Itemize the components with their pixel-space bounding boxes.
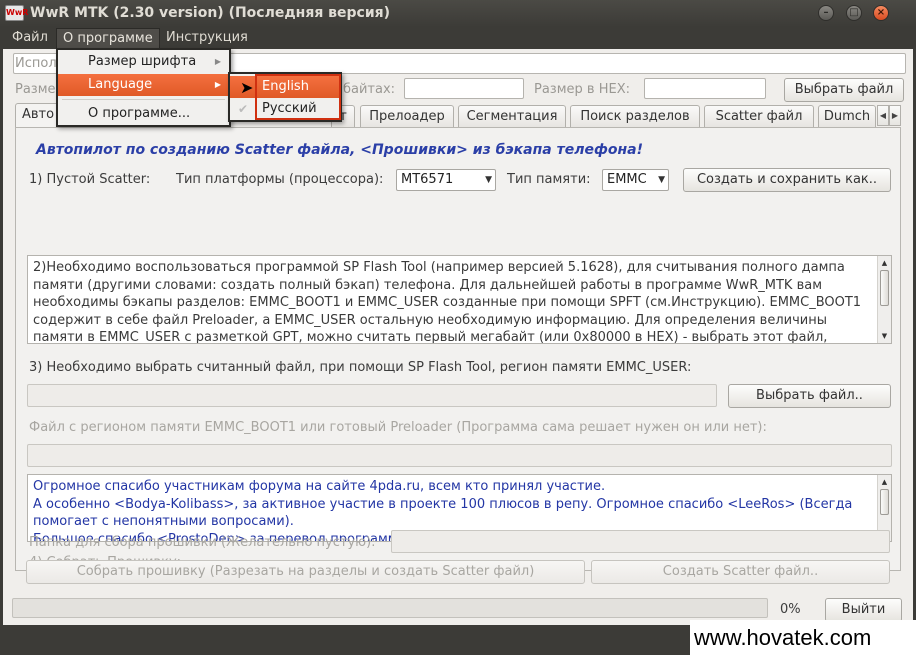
tab-partition-search[interactable]: Поиск разделов: [570, 105, 700, 127]
autopilot-panel: Автопилот по созданию Scatter файла, <Пр…: [15, 127, 901, 571]
credits-line: Огромное спасибо участникам форума на са…: [33, 479, 606, 494]
tab-scroll-left-icon[interactable]: ◀: [877, 105, 889, 126]
exit-button[interactable]: Выйти: [825, 598, 902, 622]
tab-segmentation[interactable]: Сегментация: [458, 105, 566, 127]
menu-item-label: English: [262, 79, 309, 94]
window-title: WwR MTK (2.30 version) (Последняя версия…: [30, 5, 391, 21]
tab-scatter-file[interactable]: Scatter файл: [704, 105, 814, 127]
chevron-down-icon: ▼: [485, 175, 492, 185]
create-scatter-button[interactable]: Создать Scatter файл..: [591, 560, 890, 584]
use-label: Испол: [15, 56, 57, 71]
menu-file[interactable]: Файл: [6, 28, 54, 48]
menu-item-font-size[interactable]: Размер шрифта ▶: [58, 51, 229, 73]
menu-item-language[interactable]: Language ▶: [58, 74, 229, 96]
menu-bar: Файл О программе Инструкция: [0, 27, 916, 49]
create-save-button[interactable]: Создать и сохранить как..: [683, 168, 891, 192]
tab-preloader[interactable]: Прелоадер: [360, 105, 454, 127]
memory-type-select[interactable]: EMMC ▼: [602, 169, 669, 191]
title-bar: WwR WwR MTK (2.30 version) (Последняя ве…: [0, 0, 916, 27]
menu-item-label: О программе...: [88, 106, 191, 121]
chevron-down-icon: ▼: [658, 175, 665, 185]
menu-separator: [62, 99, 225, 100]
step2-textbox[interactable]: 2)Необходимо воспользоваться программой …: [27, 255, 892, 344]
hex-label: Размер в HEX:: [534, 82, 630, 97]
submenu-arrow-icon: ▶: [214, 57, 221, 66]
about-dropdown: Размер шрифта ▶ Language ▶ О программе..…: [56, 48, 231, 127]
close-button[interactable]: ×: [873, 5, 889, 21]
menu-about[interactable]: О программе: [56, 28, 160, 48]
size-hex-field[interactable]: [644, 78, 766, 99]
choose-file-dots-button[interactable]: Выбрать файл..: [728, 384, 891, 408]
emmc-user-field[interactable]: [27, 384, 717, 407]
emmc-boot-field[interactable]: [27, 444, 892, 467]
maximize-button[interactable]: □: [846, 5, 862, 21]
progress-bar: [12, 598, 768, 618]
panel-heading: Автопилот по созданию Scatter файла, <Пр…: [36, 142, 643, 158]
choose-file-button[interactable]: Выбрать файл: [784, 78, 904, 102]
scroll-up-icon[interactable]: ▲: [878, 476, 891, 488]
size-bytes-field[interactable]: [404, 78, 524, 99]
size-label: Разме: [15, 82, 56, 97]
step2-scrollbar[interactable]: ▲ ▼: [877, 256, 891, 343]
menu-instructions[interactable]: Инструкция: [160, 28, 254, 48]
folder-field[interactable]: [391, 530, 890, 553]
bytes-label: байтах:: [343, 82, 396, 97]
menu-item-about[interactable]: О программе...: [58, 103, 229, 125]
credits-line: А особенно <Bodya-Kolibass>, за активное…: [33, 496, 853, 530]
platform-label: Тип платформы (процессора):: [176, 172, 384, 187]
menu-item-label: Language: [88, 77, 153, 92]
scroll-thumb[interactable]: [880, 270, 889, 306]
menu-item-label: Размер шрифта: [88, 54, 197, 69]
scroll-up-icon[interactable]: ▲: [878, 257, 891, 269]
step2-text: 2)Необходимо воспользоваться программой …: [33, 260, 862, 344]
tab-autopilot[interactable]: Авто: [15, 103, 61, 128]
empty-scatter-label: 1) Пустой Scatter:: [29, 172, 151, 187]
main-area: Испол Разме байтах: Размер в HEX: Выбрат…: [3, 49, 913, 625]
mouse-cursor-icon: ➤: [240, 78, 254, 97]
menu-item-label: Русский: [262, 101, 317, 116]
watermark: www.hovatek.com: [690, 620, 916, 655]
tab-dumch[interactable]: Dumch: [818, 105, 876, 127]
minimize-button[interactable]: –: [818, 5, 834, 21]
emmc-boot-label: Файл с регионом памяти EMMC_BOOT1 или го…: [29, 420, 767, 435]
progress-percent: 0%: [780, 602, 801, 617]
platform-select[interactable]: MT6571 ▼: [396, 169, 496, 191]
check-icon: ✔: [238, 102, 249, 116]
memory-type-value: EMMC: [607, 172, 647, 187]
tab-scroll-right-icon[interactable]: ▶: [889, 105, 901, 126]
submenu-arrow-icon: ▶: [214, 80, 221, 89]
scroll-thumb[interactable]: [880, 489, 889, 515]
app-icon: WwR: [5, 5, 28, 21]
memory-type-label: Тип памяти:: [507, 172, 591, 187]
build-firmware-button[interactable]: Собрать прошивку (Разрезать на разделы и…: [26, 560, 585, 584]
folder-label: Папка для сбора прошивки (Желательно пус…: [29, 535, 376, 550]
step3-label: 3) Необходимо выбрать считанный файл, пр…: [29, 360, 692, 375]
scroll-down-icon[interactable]: ▼: [878, 330, 891, 342]
menu-item-russian[interactable]: ✔ Русский: [230, 98, 340, 120]
platform-value: MT6571: [401, 172, 454, 187]
